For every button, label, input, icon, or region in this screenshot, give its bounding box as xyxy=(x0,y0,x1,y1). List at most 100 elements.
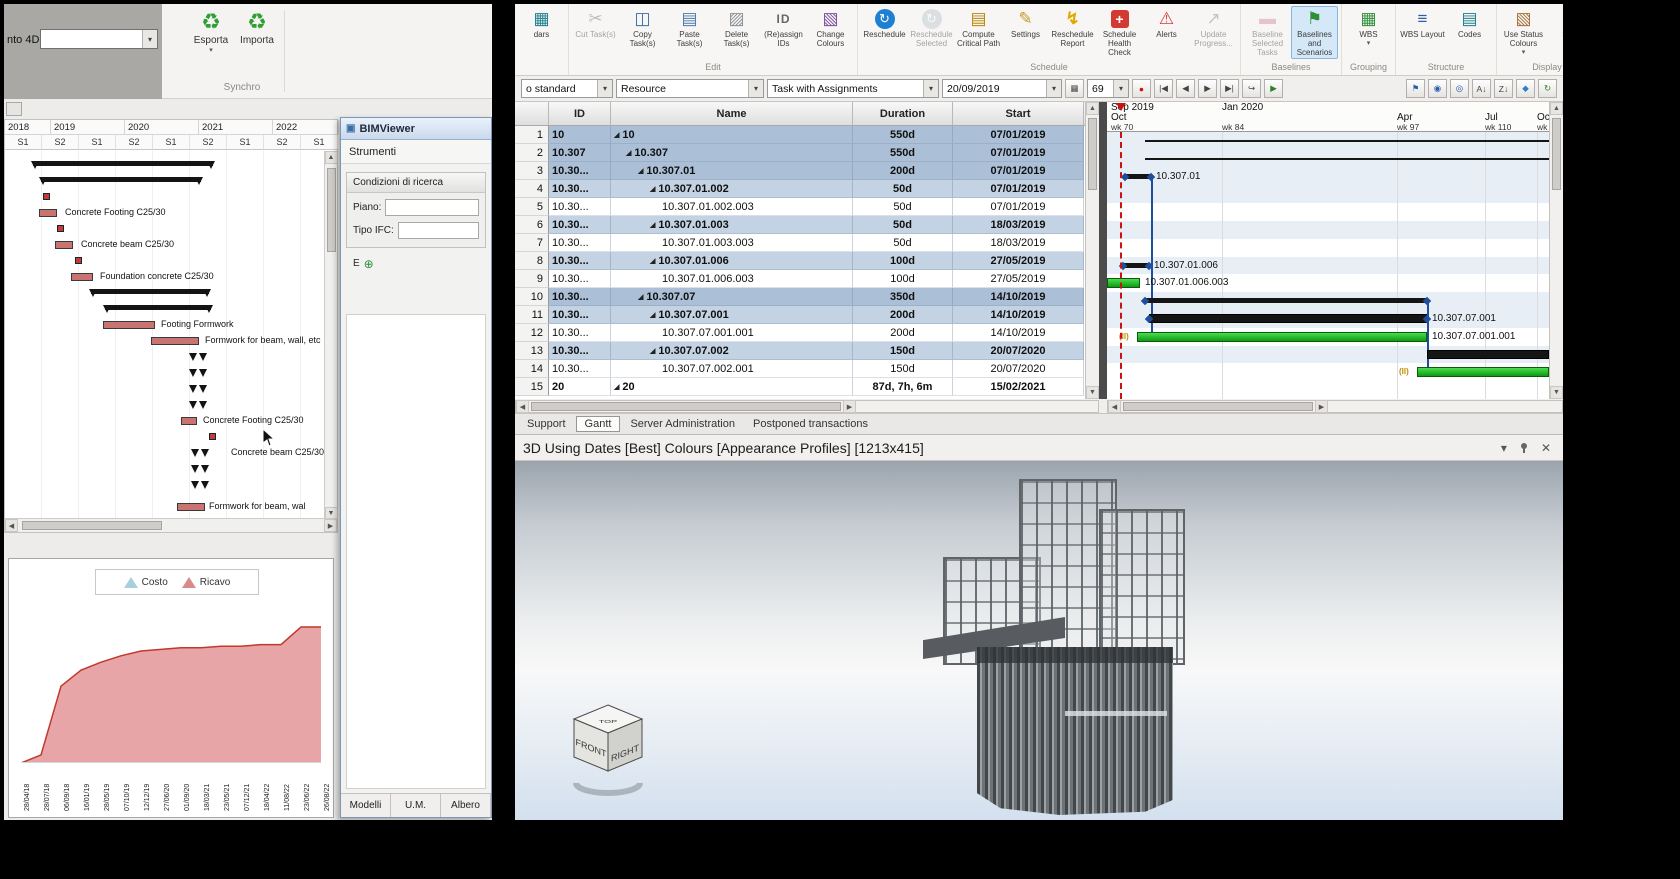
spinner-arrows-icon[interactable]: ▾ xyxy=(1113,80,1128,97)
scroll-down-icon[interactable]: ▼ xyxy=(1550,386,1563,399)
ribbon-button-copy-task-s[interactable]: Copy Task(s) xyxy=(619,6,666,49)
ribbon-button-reschedule-report[interactable]: Reschedule Report xyxy=(1049,6,1096,49)
ribbon-button-wbs[interactable]: WBS▾ xyxy=(1345,6,1392,48)
gantt-task-bar[interactable] xyxy=(39,209,57,217)
transport-record[interactable]: ● xyxy=(1132,79,1151,98)
status-date-picker[interactable]: 20/09/2019▾ xyxy=(942,79,1062,98)
ribbon-button-schedule-health-check[interactable]: Schedule Health Check xyxy=(1096,6,1143,59)
chevron-down-icon[interactable]: ▾ xyxy=(142,30,157,48)
transport-step-first[interactable]: |◀ xyxy=(1154,79,1173,98)
importa-button[interactable]: ♻ Importa xyxy=(234,9,280,79)
milestone-marker[interactable] xyxy=(75,257,82,264)
toolbar-flag[interactable]: ⚑ xyxy=(1406,79,1425,98)
toolbar-combo-resource[interactable]: Resource▾ xyxy=(616,79,764,98)
bimviewer-titlebar[interactable]: ▣ BIMViewer xyxy=(341,118,491,140)
table-vertical-scrollbar[interactable]: ▲ ▼ xyxy=(1085,102,1099,399)
gantt-summary-bar[interactable] xyxy=(41,177,201,182)
milestone-pair[interactable] xyxy=(191,481,209,489)
ribbon-button-change-colours[interactable]: Change Colours xyxy=(807,6,854,49)
timeline-vertical-scrollbar[interactable]: ▲ ▼ xyxy=(1549,102,1563,399)
tab-postponed-transactions[interactable]: Postponed transactions xyxy=(745,417,876,431)
task-row-2[interactable]: 210.307◢10.307550d07/01/2019 xyxy=(515,144,1085,162)
close-icon[interactable]: ✕ xyxy=(1541,441,1551,455)
toolbar-sort-desc[interactable]: Z↓ xyxy=(1494,79,1513,98)
expand-icon[interactable]: ◢ xyxy=(650,311,655,319)
expand-icon[interactable]: ◢ xyxy=(614,131,619,139)
timeline-body[interactable]: 10.307.0110.307.01.00610.307.01.006.0031… xyxy=(1107,132,1549,399)
transport-jump[interactable]: ↪ xyxy=(1242,79,1261,98)
gantt-task-bar[interactable] xyxy=(55,241,73,249)
ribbon-button-dars[interactable]: dars xyxy=(518,6,565,40)
ribbon-button-baselines-and-scenarios[interactable]: Baselines and Scenarios xyxy=(1291,6,1338,59)
column-header-id[interactable]: ID xyxy=(549,102,611,125)
calendar-grid-button[interactable]: ▦ xyxy=(1065,79,1084,98)
gantt-task-bar[interactable] xyxy=(71,273,93,281)
bim-tab-modelli[interactable]: Modelli xyxy=(341,794,391,817)
scrollbar-thumb[interactable] xyxy=(1123,402,1313,411)
transport-play[interactable]: ▶ xyxy=(1198,79,1217,98)
ribbon-button-spot[interactable]: Spot xyxy=(1547,6,1563,40)
gantt-bar-line[interactable] xyxy=(1145,140,1549,142)
scroll-left-icon[interactable]: ◀ xyxy=(516,400,529,413)
task-row-7[interactable]: 710.30...10.307.01.003.00350d18/03/2019 xyxy=(515,234,1085,252)
timeline-horizontal-scrollbar[interactable]: ◀ ▶ xyxy=(1107,400,1563,413)
transport-run[interactable]: ▶ xyxy=(1264,79,1283,98)
ribbon-button-paste-task-s[interactable]: Paste Task(s) xyxy=(666,6,713,49)
loop-count-spinner[interactable]: 69▾ xyxy=(1087,79,1129,98)
scrollbar-thumb[interactable] xyxy=(22,521,162,530)
scroll-right-icon[interactable]: ▶ xyxy=(843,400,856,413)
scroll-up-icon[interactable]: ▲ xyxy=(1086,102,1099,115)
tab-server-administration[interactable]: Server Administration xyxy=(622,417,743,431)
expand-icon[interactable]: ◢ xyxy=(626,149,631,157)
task-row-11[interactable]: 1110.30...◢10.307.07.001200d14/10/2019 xyxy=(515,306,1085,324)
milestone-pair[interactable] xyxy=(189,385,207,393)
gantt-bar-green[interactable] xyxy=(1137,332,1427,342)
ribbon-button-re-assign-ids[interactable]: (Re)assign IDs xyxy=(760,6,807,49)
ribbon-button-alerts[interactable]: Alerts xyxy=(1143,6,1190,40)
gantt-bar-green[interactable] xyxy=(1107,278,1140,288)
ribbon-button-reschedule[interactable]: Reschedule xyxy=(861,6,908,40)
milestone-marker[interactable] xyxy=(43,193,50,200)
toolbar-highlight[interactable]: ◆ xyxy=(1516,79,1535,98)
column-header-name[interactable]: Name xyxy=(611,102,853,125)
ribbon-button-delete-task-s[interactable]: Delete Task(s) xyxy=(713,6,760,49)
gantt-summary-bar[interactable] xyxy=(91,289,209,294)
toolbar-combo-task-with-assignments[interactable]: Task with Assignments▾ xyxy=(767,79,939,98)
gantt-task-bar[interactable] xyxy=(103,321,155,329)
scrollbar-thumb[interactable] xyxy=(1552,118,1561,190)
table-horizontal-scrollbar[interactable]: ◀ ▶ xyxy=(515,400,1099,413)
task-row-5[interactable]: 510.30...10.307.01.002.00350d07/01/2019 xyxy=(515,198,1085,216)
milestone-pair[interactable] xyxy=(189,401,207,409)
navigation-cube[interactable]: TOP FRONT RIGHT xyxy=(561,699,655,799)
3d-viewport[interactable]: TOP FRONT RIGHT xyxy=(515,461,1563,820)
scroll-down-icon[interactable]: ▼ xyxy=(1086,386,1099,399)
strumenti-menu[interactable]: Strumenti xyxy=(341,140,491,164)
column-header-duration[interactable]: Duration xyxy=(853,102,953,125)
gantt-summary-bar[interactable] xyxy=(33,161,213,166)
gantt-task-bar[interactable] xyxy=(151,337,199,345)
task-row-12[interactable]: 1210.30...10.307.07.001.001200d14/10/201… xyxy=(515,324,1085,342)
task-row-10[interactable]: 1010.30...◢10.307.07350d14/10/2019 xyxy=(515,288,1085,306)
expand-icon[interactable]: ◢ xyxy=(614,383,619,391)
chevron-down-icon[interactable]: ▾ xyxy=(923,80,938,97)
gantt-bar-green[interactable] xyxy=(1417,367,1549,377)
milestone-pair[interactable] xyxy=(189,353,207,361)
add-icon[interactable]: ⊕ xyxy=(364,259,374,269)
task-row-9[interactable]: 910.30...10.307.01.006.003100d27/05/2019 xyxy=(515,270,1085,288)
task-row-1[interactable]: 110◢10550d07/01/2019 xyxy=(515,126,1085,144)
expand-icon[interactable]: ◢ xyxy=(638,167,643,175)
task-row-3[interactable]: 310.30...◢10.307.01200d07/01/2019 xyxy=(515,162,1085,180)
bim-tab-albero[interactable]: Albero xyxy=(441,794,491,817)
milestone-marker[interactable] xyxy=(209,433,216,440)
ribbon-button-use-status-colours[interactable]: Use Status Colours▾ xyxy=(1500,6,1547,57)
ribbon-button-codes[interactable]: Codes xyxy=(1446,6,1493,40)
task-row-14[interactable]: 1410.30...10.307.07.002.001150d20/07/202… xyxy=(515,360,1085,378)
scroll-up-icon[interactable]: ▲ xyxy=(1550,102,1563,115)
4d-update-combo[interactable]: ▾ xyxy=(40,29,158,49)
column-header-start[interactable]: Start xyxy=(953,102,1084,125)
tipo-ifc-input[interactable] xyxy=(398,222,479,239)
task-row-8[interactable]: 810.30...◢10.307.01.006100d27/05/2019 xyxy=(515,252,1085,270)
task-row-6[interactable]: 610.30...◢10.307.01.00350d18/03/2019 xyxy=(515,216,1085,234)
expand-icon[interactable]: ◢ xyxy=(650,257,655,265)
chevron-down-icon[interactable]: ▾ xyxy=(748,80,763,97)
